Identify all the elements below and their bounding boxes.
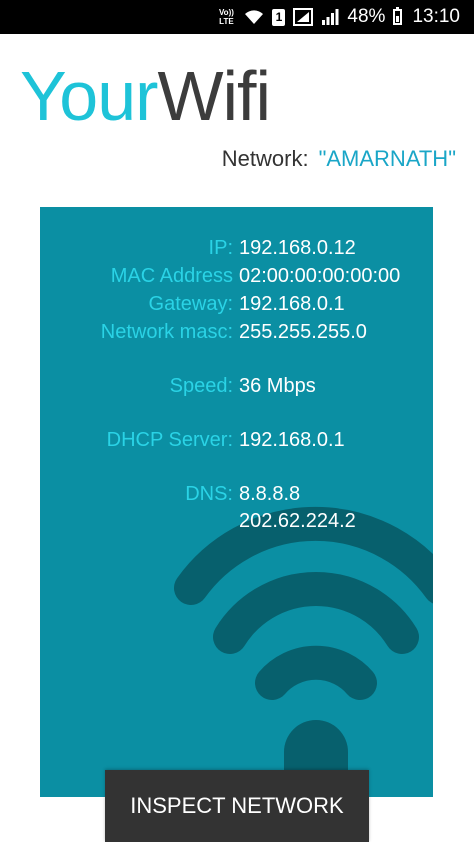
dns-label: DNS: <box>185 483 233 505</box>
app-title-wifi: Wifi <box>157 57 271 135</box>
mac-value: 02:00:00:00:00:00 <box>239 265 401 287</box>
mask-label: Network masc: <box>100 321 233 343</box>
battery-icon <box>393 7 403 25</box>
ip-value: 192.168.0.12 <box>239 237 356 259</box>
mobile-data-icon <box>293 8 314 26</box>
status-bar: Vo)) LTE 1 48% 13:10 <box>0 0 474 34</box>
speed-value: 36 Mbps <box>239 375 316 397</box>
app-title: YourWifi <box>20 56 271 136</box>
ip-label: IP: <box>208 237 233 259</box>
signal-icon <box>321 8 339 26</box>
battery-percent: 48% <box>347 6 386 27</box>
gateway-label: Gateway: <box>148 293 233 315</box>
speed-label: Speed: <box>169 375 233 397</box>
wifi-icon <box>244 8 264 26</box>
gateway-value: 192.168.0.1 <box>239 293 345 315</box>
dhcp-label: DHCP Server: <box>106 429 233 451</box>
sim-icon: 1 <box>272 8 286 26</box>
dns-value-primary: 8.8.8.8 <box>239 483 301 505</box>
network-info-panel: IP: 192.168.0.12 MAC Address 02:00:00:00… <box>40 207 433 797</box>
network-name-line: Network: "AMARNATH" <box>222 146 456 172</box>
app-title-your: Your <box>20 57 158 135</box>
mask-value: 255.255.255.0 <box>239 321 367 343</box>
inspect-network-button[interactable]: INSPECT NETWORK <box>105 770 369 842</box>
wifi-icon <box>174 507 433 797</box>
volte-icon: Vo)) LTE <box>218 8 234 26</box>
network-label: Network: <box>221 146 309 171</box>
clock: 13:10 <box>412 6 460 27</box>
dhcp-value: 192.168.0.1 <box>239 429 345 451</box>
mac-label: MAC Address <box>110 265 233 287</box>
network-value: "AMARNATH" <box>318 146 456 171</box>
dns-value-secondary: 202.62.224.2 <box>239 510 356 532</box>
